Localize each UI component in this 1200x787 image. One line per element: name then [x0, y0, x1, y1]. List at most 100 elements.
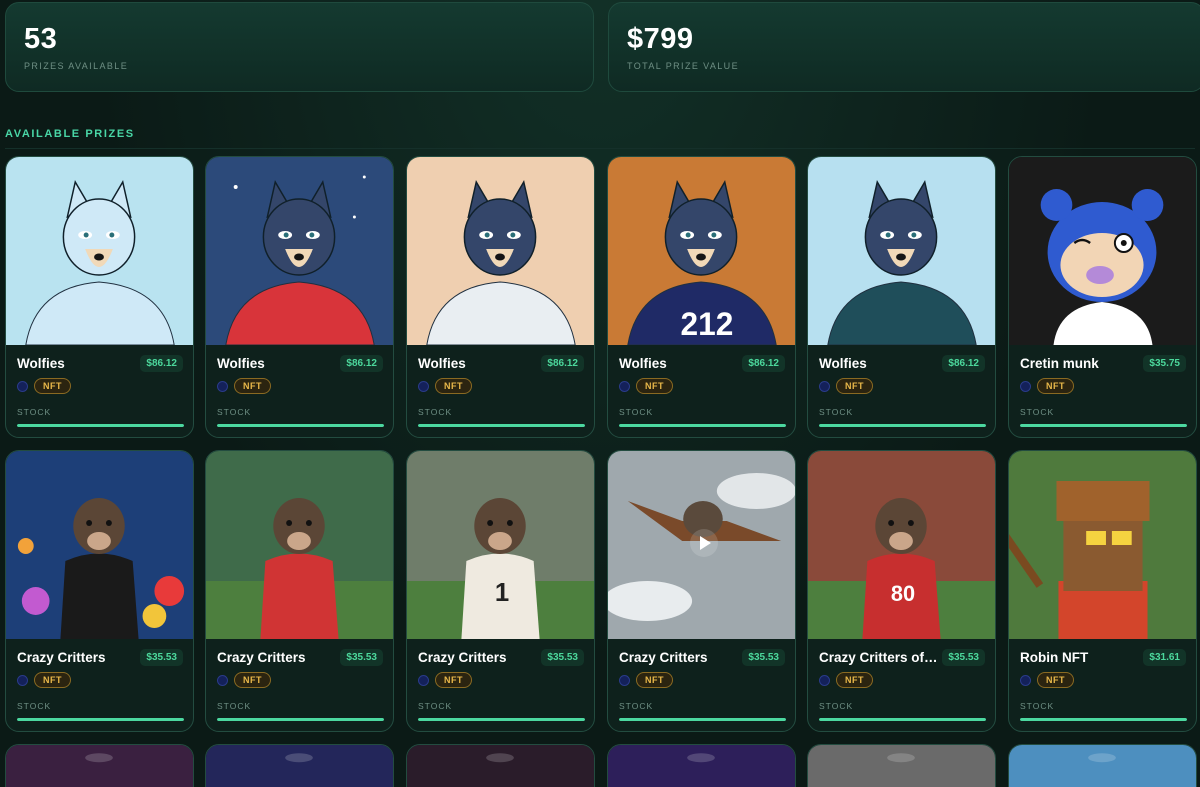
peek-6-icon — [1009, 745, 1196, 787]
stock-bar — [619, 718, 786, 721]
wolf-toga-icon — [407, 157, 594, 345]
stock-label: STOCK — [1020, 701, 1055, 711]
chain-icon — [619, 675, 630, 686]
nft-badge: NFT — [435, 672, 472, 688]
nft-badge: NFT — [34, 672, 71, 688]
prize-name: Cretin munk — [1020, 356, 1099, 371]
prize-name: Wolfies — [619, 356, 667, 371]
chain-icon — [17, 381, 28, 392]
chain-icon — [217, 381, 228, 392]
stat-label: TOTAL PRIZE VALUE — [627, 61, 739, 71]
prize-card[interactable]: 80 Crazy Critters of C... $35.53 NFT STOCK — [807, 450, 996, 732]
nft-badge: NFT — [234, 672, 271, 688]
stock-label: STOCK — [418, 407, 453, 417]
stock-bar — [819, 424, 986, 427]
nft-badge: NFT — [34, 378, 71, 394]
prize-name: Crazy Critters — [619, 650, 708, 665]
peek-2-icon — [206, 745, 393, 787]
nft-badge: NFT — [1037, 378, 1074, 394]
prize-name: Wolfies — [418, 356, 466, 371]
stock-bar — [619, 424, 786, 427]
prize-card[interactable]: Robin NFT $31.61 NFT STOCK — [1008, 450, 1197, 732]
stock-label: STOCK — [619, 407, 654, 417]
prize-name: Wolfies — [17, 356, 65, 371]
stock-bar-fill — [418, 424, 585, 427]
stock-bar — [1020, 424, 1187, 427]
stock-bar — [1020, 718, 1187, 721]
robin-pixel-icon — [1009, 451, 1196, 639]
prize-card[interactable]: Crazy Critters $35.53 NFT STOCK — [5, 450, 194, 732]
chain-icon — [819, 675, 830, 686]
prize-card[interactable] — [205, 744, 394, 787]
stock-label: STOCK — [418, 701, 453, 711]
prize-card[interactable]: Wolfies $86.12 NFT STOCK — [807, 156, 996, 438]
mole-baseball-icon — [206, 451, 393, 639]
bear-football-icon: 1 — [407, 451, 594, 639]
prize-price: $31.61 — [1143, 649, 1186, 666]
stats-row: 53 PRIZES AVAILABLE $799 TOTAL PRIZE VAL… — [5, 2, 1200, 92]
peek-1-icon — [6, 745, 193, 787]
stock-bar-fill — [619, 718, 786, 721]
chain-icon — [418, 381, 429, 392]
nft-badge: NFT — [234, 378, 271, 394]
prize-price: $86.12 — [942, 355, 985, 372]
prize-card[interactable] — [5, 744, 194, 787]
prize-name: Crazy Critters of C... — [819, 650, 939, 665]
stock-bar-fill — [418, 718, 585, 721]
prize-price: $35.75 — [1143, 355, 1186, 372]
chain-icon — [418, 675, 429, 686]
prize-card[interactable] — [607, 744, 796, 787]
chain-icon — [819, 381, 830, 392]
prize-card[interactable]: Wolfies $86.12 NFT STOCK — [5, 156, 194, 438]
prize-price: $86.12 — [140, 355, 183, 372]
stat-card-total-value: $799 TOTAL PRIZE VALUE — [608, 2, 1200, 92]
chain-icon — [1020, 675, 1031, 686]
play-icon[interactable] — [690, 529, 718, 557]
wolf-sketch-icon — [6, 157, 193, 345]
stat-card-prizes: 53 PRIZES AVAILABLE — [5, 2, 594, 92]
stock-bar — [17, 718, 184, 721]
stock-bar-fill — [17, 424, 184, 427]
prize-price: $86.12 — [742, 355, 785, 372]
prize-price: $35.53 — [541, 649, 584, 666]
prize-card[interactable]: Wolfies $86.12 NFT STOCK — [406, 156, 595, 438]
stat-label: PRIZES AVAILABLE — [24, 61, 129, 71]
stock-bar-fill — [1020, 718, 1187, 721]
prize-card[interactable]: Crazy Critters $35.53 NFT STOCK — [607, 450, 796, 732]
peek-4-icon — [608, 745, 795, 787]
stock-bar-fill — [217, 718, 384, 721]
prize-card[interactable] — [807, 744, 996, 787]
nft-badge: NFT — [836, 378, 873, 394]
peek-5-icon — [808, 745, 995, 787]
prize-price: $35.53 — [942, 649, 985, 666]
stock-bar-fill — [217, 424, 384, 427]
stock-label: STOCK — [1020, 407, 1055, 417]
svg-text:80: 80 — [891, 581, 915, 606]
prize-card[interactable]: 212 Wolfies $86.12 NFT STOCK — [607, 156, 796, 438]
chain-icon — [619, 381, 630, 392]
prize-price: $35.53 — [140, 649, 183, 666]
nft-badge: NFT — [435, 378, 472, 394]
stock-bar-fill — [17, 718, 184, 721]
wolf-night-icon — [206, 157, 393, 345]
stock-label: STOCK — [619, 701, 654, 711]
prize-price: $35.53 — [340, 649, 383, 666]
prize-name: Robin NFT — [1020, 650, 1089, 665]
nft-badge: NFT — [636, 378, 673, 394]
prize-card[interactable] — [406, 744, 595, 787]
prize-card[interactable]: 1 Crazy Critters $35.53 NFT STOCK — [406, 450, 595, 732]
stock-bar-fill — [1020, 424, 1187, 427]
peek-3-icon — [407, 745, 594, 787]
nft-badge: NFT — [1037, 672, 1074, 688]
prize-price: $86.12 — [541, 355, 584, 372]
prize-card[interactable]: Cretin munk $35.75 NFT STOCK — [1008, 156, 1197, 438]
svg-text:1: 1 — [495, 579, 509, 607]
mole-tuxedo-icon — [6, 451, 193, 639]
stock-bar-fill — [819, 718, 986, 721]
prize-card[interactable] — [1008, 744, 1197, 787]
chain-icon — [217, 675, 228, 686]
stock-label: STOCK — [17, 701, 52, 711]
prize-card[interactable]: Wolfies $86.12 NFT STOCK — [205, 156, 394, 438]
stock-bar-fill — [619, 424, 786, 427]
prize-card[interactable]: Crazy Critters $35.53 NFT STOCK — [205, 450, 394, 732]
